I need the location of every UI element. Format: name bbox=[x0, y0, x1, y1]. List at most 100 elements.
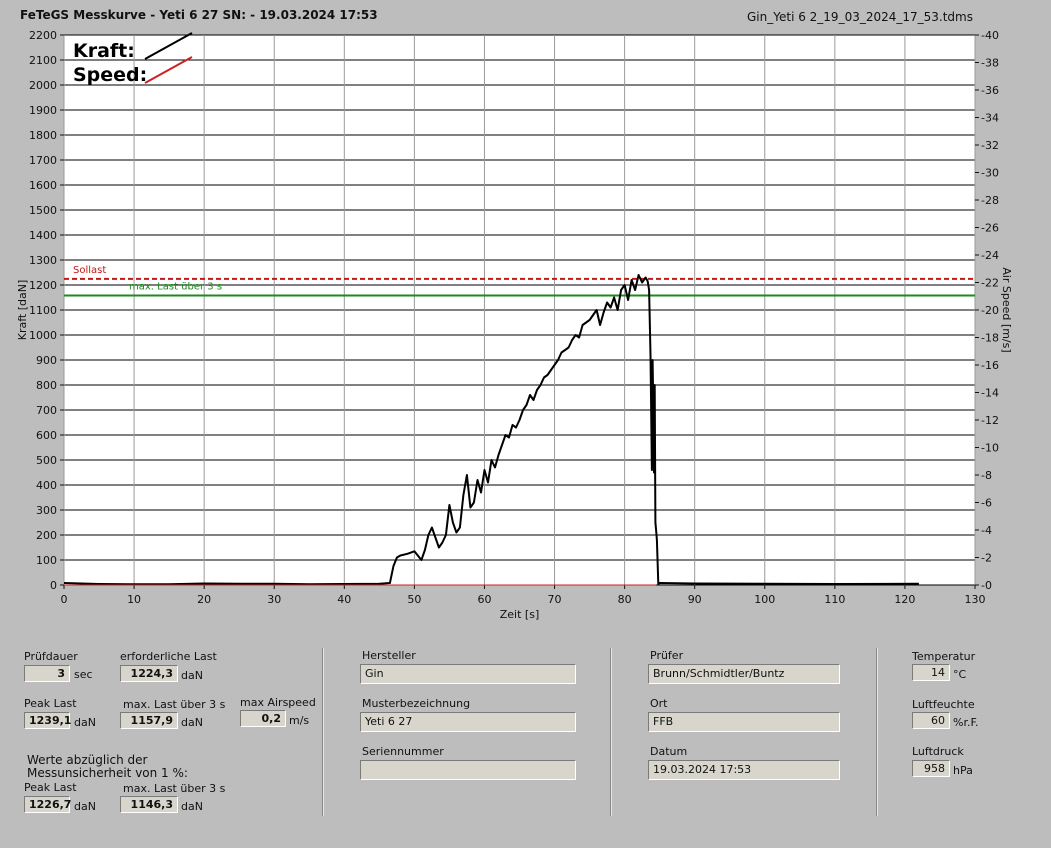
erforderliche-last-label: erforderliche Last bbox=[120, 650, 217, 663]
pruefdauer-value: 3 bbox=[24, 665, 70, 682]
y2-tick-label: -32 bbox=[981, 139, 999, 152]
y-tick-label: 200 bbox=[36, 529, 57, 542]
y2-tick-label: -34 bbox=[981, 112, 999, 125]
y2-tick-label: -40 bbox=[981, 29, 999, 42]
max-last-corr-unit: daN bbox=[181, 800, 203, 813]
hersteller-field[interactable]: Gin bbox=[360, 664, 576, 684]
datum-label: Datum bbox=[650, 745, 688, 758]
y-tick-label: 700 bbox=[36, 404, 57, 417]
x-tick-label: 40 bbox=[337, 593, 351, 606]
x-tick-label: 110 bbox=[824, 593, 845, 606]
pruefdauer-label: Prüfdauer bbox=[24, 650, 78, 663]
luftfeuchte-unit: %r.F. bbox=[953, 716, 979, 729]
y-tick-label: 100 bbox=[36, 554, 57, 567]
luftdruck-value: 958 bbox=[912, 760, 950, 777]
peak-last-unit: daN bbox=[74, 716, 96, 729]
y2-tick-label: -16 bbox=[981, 359, 999, 372]
y2-tick-label: -30 bbox=[981, 167, 999, 180]
y2-tick-label: -2 bbox=[981, 552, 992, 565]
peak-last-value: 1239,1 bbox=[24, 712, 71, 729]
peak-last-corr-label: Peak Last bbox=[24, 781, 77, 794]
peak-last-corr-value: 1226,7 bbox=[24, 796, 71, 813]
x-tick-label: 60 bbox=[477, 593, 491, 606]
y-tick-label: 1100 bbox=[29, 304, 57, 317]
musterbezeichnung-label: Musterbezeichnung bbox=[362, 697, 471, 710]
y2-tick-label: -4 bbox=[981, 524, 992, 537]
panel-separator bbox=[322, 648, 324, 816]
y2-tick-label: -8 bbox=[981, 469, 992, 482]
x-tick-label: 130 bbox=[965, 593, 986, 606]
seriennummer-label: Seriennummer bbox=[362, 745, 444, 758]
panel-separator bbox=[610, 648, 612, 816]
ort-field[interactable]: FFB bbox=[648, 712, 840, 732]
x-axis-title: Zeit [s] bbox=[500, 608, 539, 621]
y-tick-label: 0 bbox=[50, 579, 57, 592]
temperatur-unit: °C bbox=[953, 668, 967, 681]
y-tick-label: 2100 bbox=[29, 54, 57, 67]
y2-tick-label: -28 bbox=[981, 194, 999, 207]
peak-last-corr-unit: daN bbox=[74, 800, 96, 813]
x-tick-label: 100 bbox=[754, 593, 775, 606]
y-tick-label: 2200 bbox=[29, 29, 57, 42]
y-tick-label: 1500 bbox=[29, 204, 57, 217]
y-tick-label: 1800 bbox=[29, 129, 57, 142]
reference-line-label: Sollast bbox=[73, 265, 106, 276]
max-airspeed-unit: m/s bbox=[289, 714, 310, 727]
y-tick-label: 1200 bbox=[29, 279, 57, 292]
temperatur-label: Temperatur bbox=[912, 650, 976, 663]
luftdruck-unit: hPa bbox=[953, 764, 973, 777]
y2-tick-label: -12 bbox=[981, 414, 999, 427]
max-last-corr-label: max. Last über 3 s bbox=[123, 782, 226, 795]
y2-tick-label: -38 bbox=[981, 57, 999, 70]
pruefer-field[interactable]: Brunn/Schmidtler/Buntz bbox=[648, 664, 840, 684]
seriennummer-field[interactable] bbox=[360, 760, 576, 780]
temperatur-value: 14 bbox=[912, 664, 950, 681]
y-tick-label: 1400 bbox=[29, 229, 57, 242]
erforderliche-last-value: 1224,3 bbox=[120, 665, 178, 682]
y-tick-label: 900 bbox=[36, 354, 57, 367]
luftfeuchte-label: Luftfeuchte bbox=[912, 698, 975, 711]
y-tick-label: 800 bbox=[36, 379, 57, 392]
y-tick-label: 400 bbox=[36, 479, 57, 492]
max-last-corr-value: 1146,3 bbox=[120, 796, 178, 813]
hersteller-label: Hersteller bbox=[362, 649, 416, 662]
y2-tick-label: -26 bbox=[981, 222, 999, 235]
panel-separator bbox=[876, 648, 878, 816]
y-axis-title: Kraft [daN] bbox=[16, 280, 29, 341]
y2-axis-title: Air Speed [m/s] bbox=[1000, 267, 1013, 352]
x-tick-label: 70 bbox=[548, 593, 562, 606]
y-tick-label: 500 bbox=[36, 454, 57, 467]
y-tick-label: 2000 bbox=[29, 79, 57, 92]
x-tick-label: 90 bbox=[688, 593, 702, 606]
y-tick-label: 1900 bbox=[29, 104, 57, 117]
x-tick-label: 50 bbox=[407, 593, 421, 606]
pruefdauer-unit: sec bbox=[74, 668, 93, 681]
y-tick-label: 600 bbox=[36, 429, 57, 442]
y2-tick-label: -22 bbox=[981, 277, 999, 290]
y-tick-label: 1000 bbox=[29, 329, 57, 342]
y2-tick-label: -36 bbox=[981, 84, 999, 97]
musterbezeichnung-field[interactable]: Yeti 6 27 bbox=[360, 712, 576, 732]
y2-tick-label: -14 bbox=[981, 387, 999, 400]
y2-tick-label: -24 bbox=[981, 249, 999, 262]
x-tick-label: 120 bbox=[894, 593, 915, 606]
luftdruck-label: Luftdruck bbox=[912, 745, 964, 758]
peak-last-label: Peak Last bbox=[24, 697, 77, 710]
max-last-label: max. Last über 3 s bbox=[123, 698, 226, 711]
datum-field[interactable]: 19.03.2024 17:53 bbox=[648, 760, 840, 780]
chart: 0 100 200 300 400 500 600 700 800 900 1000 1100 1200… bbox=[16, 29, 1013, 621]
y2-tick-label: -10 bbox=[981, 442, 999, 455]
y-tick-label: 300 bbox=[36, 504, 57, 517]
legend-label: Speed: bbox=[73, 64, 147, 86]
x-tick-label: 10 bbox=[127, 593, 141, 606]
ort-label: Ort bbox=[650, 697, 668, 710]
luftfeuchte-value: 60 bbox=[912, 712, 950, 729]
reference-line-label: max. Last über 3 s bbox=[129, 282, 222, 293]
y2-tick-label: -6 bbox=[981, 497, 992, 510]
x-tick-label: 30 bbox=[267, 593, 281, 606]
y2-tick-label: -18 bbox=[981, 332, 999, 345]
pruefer-label: Prüfer bbox=[650, 649, 684, 662]
max-last-unit: daN bbox=[181, 716, 203, 729]
x-tick-label: 80 bbox=[618, 593, 632, 606]
werte-note: Werte abzüglich der Messunsicherheit von… bbox=[27, 753, 188, 780]
